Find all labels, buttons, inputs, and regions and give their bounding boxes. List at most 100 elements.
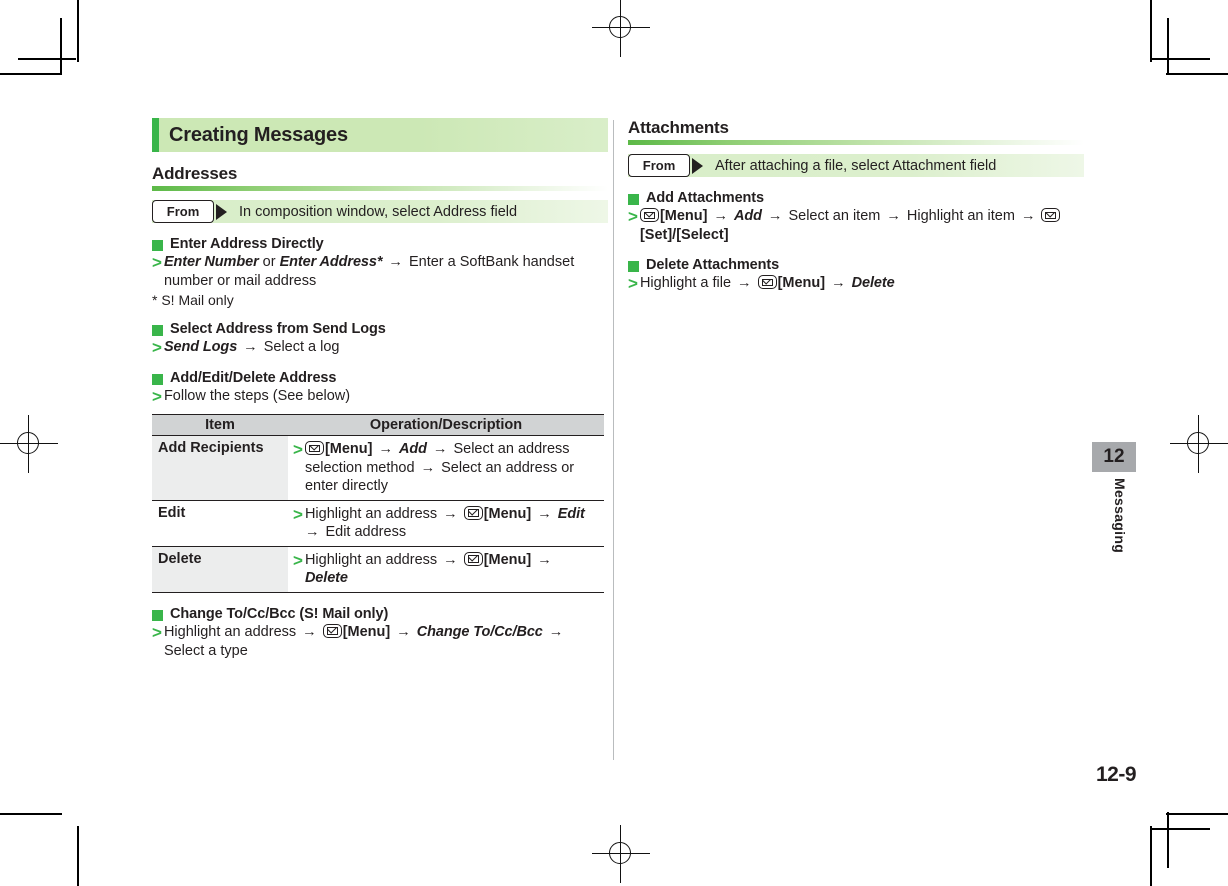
left-column: Creating Messages Addresses From In comp… <box>152 118 608 660</box>
envelope-key-icon <box>1041 208 1061 222</box>
step-chevron-icon: > <box>628 207 638 226</box>
arrow-separator: → <box>533 505 556 522</box>
key-label: [Menu] <box>659 208 708 224</box>
crop-mark-bottom-left-v <box>77 826 79 886</box>
chapter-tab: 12 <box>1092 442 1136 472</box>
step-chevron-icon: > <box>152 253 162 272</box>
green-square-bullet-icon <box>152 240 163 251</box>
right-column: Attachments From After attaching a file,… <box>628 118 1084 293</box>
crop-mark-top-left-inner-v <box>60 18 62 74</box>
registration-mark-top-center <box>592 0 650 57</box>
step-body: [Menu] → Add → Select an address selecti… <box>304 440 599 496</box>
step-line: > Highlight an address → [Menu] → Edit → … <box>293 505 599 542</box>
step-line: > [Menu] → Add → Select an item → Highlig… <box>628 207 1084 244</box>
step-text: Highlight a file <box>639 275 732 292</box>
arrow-separator: → <box>733 275 756 292</box>
menu-item-name: Edit <box>557 505 585 522</box>
key-label: [Menu] <box>777 275 826 292</box>
step-text: or <box>258 254 280 270</box>
step-text: Highlight an address <box>304 505 438 522</box>
crop-mark-bottom-right-v <box>1150 826 1152 886</box>
step-chevron-icon: > <box>152 338 162 358</box>
manual-page: Creating Messages Addresses From In comp… <box>0 0 1228 886</box>
envelope-key-icon <box>757 275 777 290</box>
key-label: [Menu] <box>483 551 532 568</box>
registration-mark-right-middle <box>1170 415 1228 473</box>
menu-item-name: Add <box>734 208 762 224</box>
step-text: Highlight an address <box>163 623 297 640</box>
from-badge: From <box>628 154 690 177</box>
table-body: Add Recipients > [Menu] → Add → Select an … <box>152 435 604 593</box>
section-heading-rule <box>152 186 608 191</box>
block-heading: Delete Attachments <box>628 257 1084 273</box>
step-body: Send Logs → Select a log <box>164 338 608 357</box>
section-heading-rule <box>628 140 1084 145</box>
page-number: 12-9 <box>1095 763 1137 786</box>
menu-item-name: Delete <box>304 570 348 587</box>
envelope-key-icon <box>322 623 342 638</box>
arrow-separator: → <box>709 208 733 224</box>
arrow-separator: → <box>544 623 564 640</box>
key-label: [Menu] <box>324 441 373 458</box>
step-chevron-icon: > <box>293 504 303 524</box>
arrow-separator: → <box>1016 208 1040 224</box>
step-body: Follow the steps (See below) <box>164 387 608 406</box>
table-header-operation: Operation/Description <box>288 414 604 437</box>
arrow-separator: → <box>239 339 262 356</box>
menu-item-name: Send Logs <box>163 339 238 356</box>
arrow-separator: → <box>439 551 462 568</box>
step-text: Edit address <box>325 524 407 541</box>
crop-mark-bottom-right-h <box>1166 813 1228 815</box>
arrow-separator: → <box>416 459 440 476</box>
from-strip-text: In composition window, select Address fi… <box>239 203 518 220</box>
registration-mark-bottom-center <box>592 825 650 883</box>
column-divider <box>613 120 614 760</box>
crop-mark-top-right-inner-v <box>1167 18 1169 74</box>
step-text: Follow the steps (See below) <box>163 388 351 405</box>
block-heading-label: Add/Edit/Delete Address <box>170 370 337 387</box>
step-chevron-icon: > <box>293 550 303 570</box>
left-trailing-blocks: Change To/Cc/Bcc (S! Mail only) > Highligh… <box>152 606 608 660</box>
table-cell-description: > [Menu] → Add → Select an address select… <box>288 435 604 501</box>
section-heading-label: Addresses <box>152 164 238 183</box>
step-line: > [Menu] → Add → Select an address select… <box>293 440 599 496</box>
arrow-separator: → <box>763 208 787 224</box>
table-cell-description: > Highlight an address → [Menu] → Edit → … <box>288 500 604 547</box>
green-square-bullet-icon <box>628 194 639 205</box>
block-heading: Add/Edit/Delete Address <box>152 370 608 386</box>
envelope-key-icon <box>463 505 483 520</box>
crop-mark-top-left-h <box>0 73 62 75</box>
chapter-tab-label: Messaging <box>1112 478 1128 554</box>
block-heading-label: Select Address from Send Logs <box>170 321 386 338</box>
block-heading-label: Enter Address Directly <box>170 236 324 252</box>
step-text: Select an item <box>788 208 881 224</box>
from-arrow-icon <box>692 157 703 174</box>
step-chevron-icon: > <box>628 274 638 294</box>
arrow-separator: → <box>374 441 398 458</box>
table-row: Edit > Highlight an address → [Menu] → Edi… <box>152 500 604 547</box>
step-chevron-icon: > <box>293 440 303 460</box>
from-badge: From <box>152 200 214 223</box>
step-chevron-icon: > <box>152 622 162 642</box>
step-line: > Send Logs → Select a log <box>152 338 608 357</box>
crop-mark-top-left-v <box>77 0 79 62</box>
section-heading-label: Attachments <box>628 118 729 137</box>
table-cell-item: Delete <box>152 546 288 593</box>
crop-mark-top-right-inner-h <box>1152 58 1210 60</box>
crop-mark-top-right-h <box>1166 73 1228 75</box>
block-heading: Select Address from Send Logs <box>152 321 608 337</box>
step-chevron-icon: > <box>152 387 162 407</box>
block-heading: Change To/Cc/Bcc (S! Mail only) <box>152 606 608 622</box>
step-body: Enter Number or Enter Address* → Enter a… <box>164 253 608 290</box>
arrow-separator: → <box>439 505 462 522</box>
step-line: > Follow the steps (See below) <box>152 387 608 406</box>
envelope-key-icon <box>304 441 324 456</box>
step-body: Highlight an address → [Menu] → Delete <box>305 551 599 588</box>
block-heading-label: Add Attachments <box>646 190 764 206</box>
key-label: [Select] <box>676 226 729 243</box>
from-strip-addresses: From In composition window, select Addre… <box>152 200 608 223</box>
from-strip-attachments: From After attaching a file, select Atta… <box>628 154 1084 177</box>
section-heading-attachments: Attachments <box>628 118 1084 145</box>
step-body: [Menu] → Add → Select an item → Highligh… <box>639 207 1084 244</box>
step-body: Highlight an address → [Menu] → Edit → E… <box>305 505 599 542</box>
